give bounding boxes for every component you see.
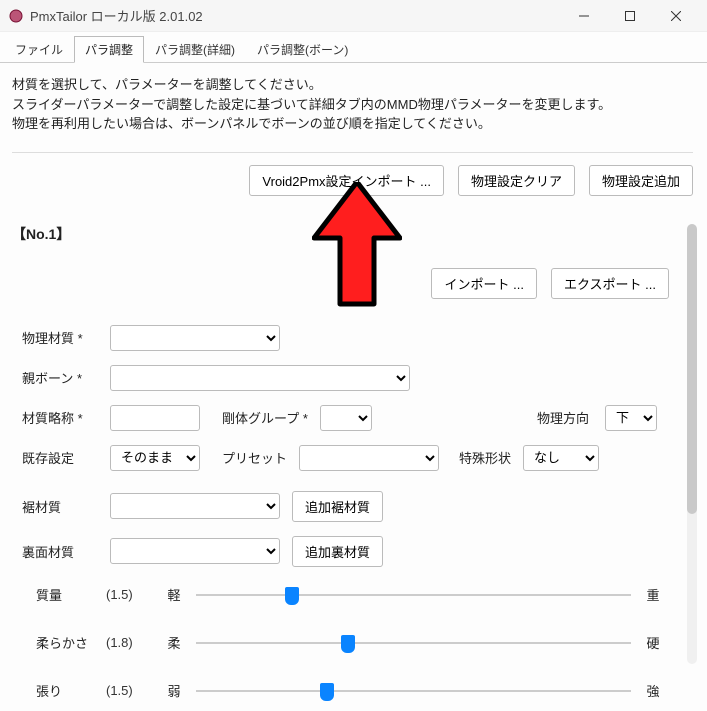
phys-dir-select[interactable]: 下 — [605, 405, 657, 431]
short-name-label: 材質略称 * — [22, 408, 98, 427]
physics-add-button[interactable]: 物理設定追加 — [589, 165, 693, 196]
preset-select[interactable] — [299, 445, 439, 471]
instructions-text: 材質を選択して、パラメーターを調整してください。 スライダーパラメーターで調整し… — [12, 75, 693, 134]
slider-block: 質量 (1.5) 軽 重 柔らかさ (1.8) 柔 硬 張り (1.5) — [36, 585, 665, 701]
slider-row-mass: 質量 (1.5) 軽 重 — [36, 585, 665, 605]
minimize-button[interactable] — [561, 0, 607, 32]
slider-tension-name: 張り — [36, 681, 96, 700]
back-material-select[interactable] — [110, 538, 280, 564]
scrollbar-thumb[interactable] — [687, 224, 697, 514]
rigid-group-select[interactable] — [320, 405, 372, 431]
settings-panel: 【No.1】 インポート ... エクスポート ... 物理材質 * 親ボーン … — [12, 224, 693, 701]
slider-row-tension: 張り (1.5) 弱 強 — [36, 681, 665, 701]
app-icon — [8, 8, 24, 24]
close-button[interactable] — [653, 0, 699, 32]
section-title: 【No.1】 — [12, 224, 693, 244]
export-button[interactable]: エクスポート ... — [551, 268, 669, 299]
back-material-label: 裏面材質 — [22, 542, 98, 561]
slider-soft-name: 柔らかさ — [36, 633, 96, 652]
instruction-line-1: 材質を選択して、パラメーターを調整してください。 — [12, 75, 693, 95]
parent-bone-label: 親ボーン * — [22, 368, 98, 387]
tab-param[interactable]: パラ調整 — [74, 36, 144, 63]
hem-add-button[interactable]: 追加裾材質 — [292, 491, 383, 522]
rigid-group-label: 剛体グループ * — [222, 408, 308, 427]
slider-soft-value: (1.8) — [106, 635, 152, 650]
maximize-button[interactable] — [607, 0, 653, 32]
hem-material-select[interactable] — [110, 493, 280, 519]
divider — [12, 152, 693, 153]
special-shape-select[interactable]: なし — [523, 445, 599, 471]
tab-file[interactable]: ファイル — [4, 36, 74, 62]
existing-label: 既存設定 — [22, 448, 98, 467]
slider-mass[interactable] — [196, 585, 631, 605]
window-title: PmxTailor ローカル版 2.01.02 — [30, 6, 203, 25]
instruction-line-3: 物理を再利用したい場合は、ボーンパネルでボーンの並び順を指定してください。 — [12, 114, 693, 134]
slider-soft-right: 硬 — [641, 633, 665, 652]
tab-param-detail[interactable]: パラ調整(詳細) — [144, 36, 246, 62]
slider-mass-right: 重 — [641, 585, 665, 604]
back-add-button[interactable]: 追加裏材質 — [292, 536, 383, 567]
preset-label: プリセット — [222, 448, 287, 467]
top-button-row: Vroid2Pmx設定インポート ... 物理設定クリア 物理設定追加 — [12, 165, 693, 196]
slider-tension-value: (1.5) — [106, 683, 152, 698]
window-titlebar: PmxTailor ローカル版 2.01.02 — [0, 0, 707, 32]
slider-mass-value: (1.5) — [106, 587, 152, 602]
phys-material-label: 物理材質 * — [22, 328, 98, 347]
existing-select[interactable]: そのまま — [110, 445, 200, 471]
short-name-input[interactable] — [110, 405, 200, 431]
phys-material-select[interactable] — [110, 325, 280, 351]
slider-tension-left: 弱 — [162, 681, 186, 700]
slider-soft-left: 柔 — [162, 633, 186, 652]
import-button[interactable]: インポート ... — [431, 268, 536, 299]
slider-tension[interactable] — [196, 681, 631, 701]
phys-dir-label: 物理方向 — [537, 408, 589, 427]
special-shape-label: 特殊形状 — [459, 448, 511, 467]
parent-bone-select[interactable] — [110, 365, 410, 391]
scrollbar[interactable] — [687, 224, 697, 664]
slider-row-softness: 柔らかさ (1.8) 柔 硬 — [36, 633, 665, 653]
vroid-import-button[interactable]: Vroid2Pmx設定インポート ... — [249, 165, 444, 196]
slider-soft[interactable] — [196, 633, 631, 653]
tab-param-bone[interactable]: パラ調整(ボーン) — [246, 36, 359, 62]
slider-mass-name: 質量 — [36, 585, 96, 604]
import-export-row: インポート ... エクスポート ... — [12, 268, 669, 299]
hem-material-label: 裾材質 — [22, 497, 98, 516]
slider-tension-right: 強 — [641, 681, 665, 700]
physics-clear-button[interactable]: 物理設定クリア — [458, 165, 575, 196]
slider-mass-left: 軽 — [162, 585, 186, 604]
instruction-line-2: スライダーパラメーターで調整した設定に基づいて詳細タブ内のMMD物理パラメーター… — [12, 95, 693, 115]
tab-bar: ファイル パラ調整 パラ調整(詳細) パラ調整(ボーン) — [0, 36, 707, 63]
